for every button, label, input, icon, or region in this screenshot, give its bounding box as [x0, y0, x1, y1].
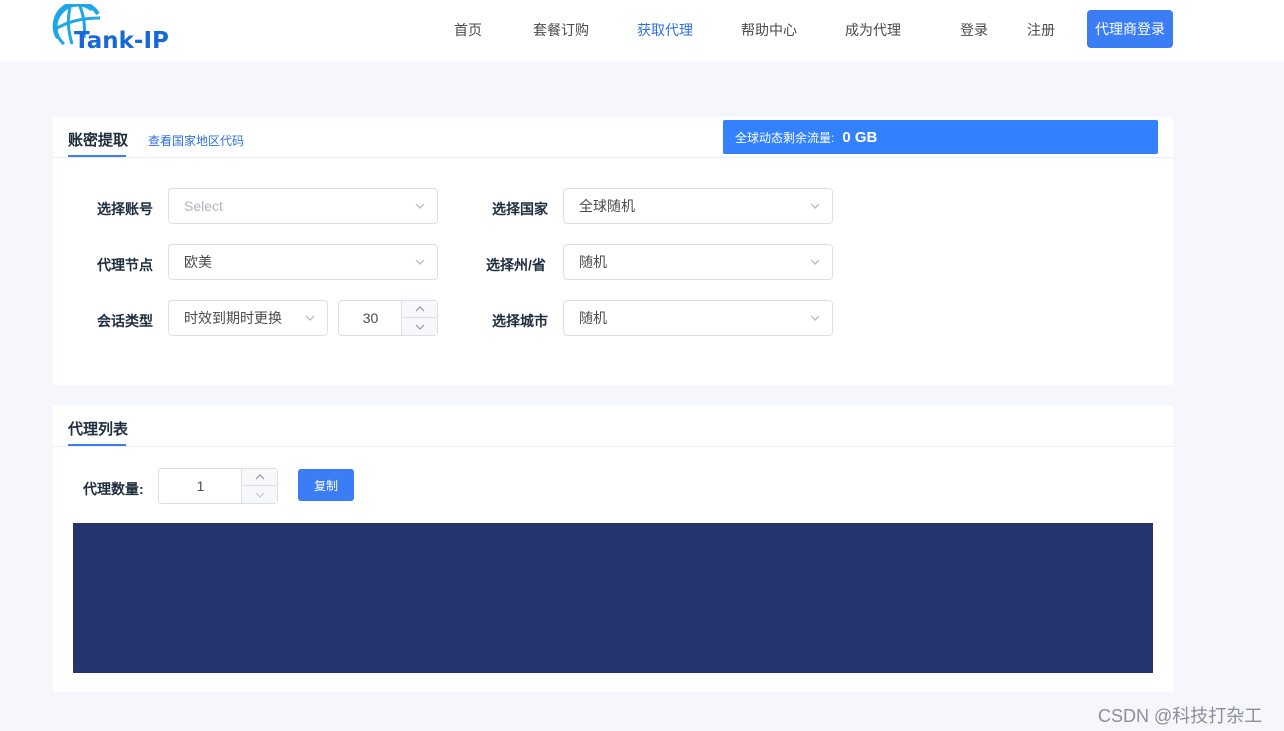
chevron-down-icon: [810, 259, 820, 265]
stepper-buttons: [241, 469, 277, 503]
logo[interactable]: Tank-IP: [52, 4, 192, 56]
tab-divider: [53, 446, 1173, 447]
chevron-down-icon: [255, 492, 264, 498]
country-code-link[interactable]: 查看国家地区代码: [148, 132, 244, 149]
nav-plans[interactable]: 套餐订购: [533, 20, 589, 40]
traffic-label: 全球动态剩余流量:: [735, 130, 835, 145]
decrement-button[interactable]: [242, 486, 277, 503]
increment-button[interactable]: [242, 469, 277, 486]
nav-become-agent[interactable]: 成为代理: [845, 20, 901, 40]
chevron-up-icon: [255, 474, 264, 480]
decrement-button[interactable]: [402, 318, 437, 335]
session-minutes-stepper[interactable]: 30: [338, 300, 438, 336]
city-select[interactable]: 随机: [563, 300, 833, 336]
session-minutes-value: 30: [362, 310, 379, 326]
quantity-value: 1: [196, 478, 205, 494]
chevron-down-icon: [415, 259, 425, 265]
traffic-banner: 全球动态剩余流量: 0 GB: [723, 120, 1158, 154]
chevron-down-icon: [810, 315, 820, 321]
nav-help-center[interactable]: 帮助中心: [741, 20, 797, 40]
chevron-down-icon: [415, 203, 425, 209]
traffic-value: 0 GB: [842, 128, 878, 146]
account-label: 选择账号: [97, 201, 153, 217]
proxy-output-area[interactable]: [73, 523, 1153, 673]
top-navigation-bar: Tank-IP 首页 套餐订购 获取代理 帮助中心 成为代理 登录 注册 代理商…: [0, 0, 1284, 61]
chevron-up-icon: [415, 306, 424, 312]
node-value: 欧美: [184, 254, 212, 270]
country-select[interactable]: 全球随机: [563, 188, 833, 224]
node-select[interactable]: 欧美: [168, 244, 438, 280]
tab-divider: [53, 157, 1173, 158]
quantity-label: 代理数量:: [83, 481, 144, 497]
state-select[interactable]: 随机: [563, 244, 833, 280]
nav-get-proxy[interactable]: 获取代理: [637, 20, 693, 40]
city-label: 选择城市: [492, 313, 548, 329]
copy-button[interactable]: 复制: [298, 469, 354, 501]
extraction-panel: 账密提取 查看国家地区代码 全球动态剩余流量: 0 GB 选择账号 Select…: [53, 117, 1173, 385]
country-label: 选择国家: [492, 201, 548, 217]
state-label: 选择州/省: [486, 257, 546, 273]
nav-home[interactable]: 首页: [454, 20, 482, 40]
country-value: 全球随机: [579, 198, 635, 214]
node-label: 代理节点: [97, 257, 153, 273]
watermark: CSDN @科技打杂工: [1098, 706, 1263, 726]
chevron-down-icon: [305, 315, 315, 321]
session-type-value: 时效到期时更换: [184, 310, 282, 326]
session-label: 会话类型: [97, 313, 153, 329]
chevron-down-icon: [415, 324, 424, 330]
nav-register[interactable]: 注册: [1027, 20, 1055, 40]
account-select[interactable]: Select: [168, 188, 438, 224]
session-type-select[interactable]: 时效到期时更换: [168, 300, 328, 336]
chevron-down-icon: [810, 203, 820, 209]
quantity-stepper[interactable]: 1: [158, 468, 278, 504]
state-value: 随机: [579, 254, 607, 270]
proxy-list-panel: 代理列表 代理数量: 1 复制: [53, 406, 1173, 692]
tab-proxy-list[interactable]: 代理列表: [68, 418, 128, 439]
increment-button[interactable]: [402, 301, 437, 318]
logo-text: Tank-IP: [74, 28, 169, 54]
stepper-buttons: [401, 301, 437, 335]
tab-account-extract[interactable]: 账密提取: [68, 129, 128, 150]
agent-login-button[interactable]: 代理商登录: [1087, 10, 1173, 48]
city-value: 随机: [579, 310, 607, 326]
account-placeholder: Select: [184, 198, 223, 214]
nav-login[interactable]: 登录: [960, 20, 988, 40]
